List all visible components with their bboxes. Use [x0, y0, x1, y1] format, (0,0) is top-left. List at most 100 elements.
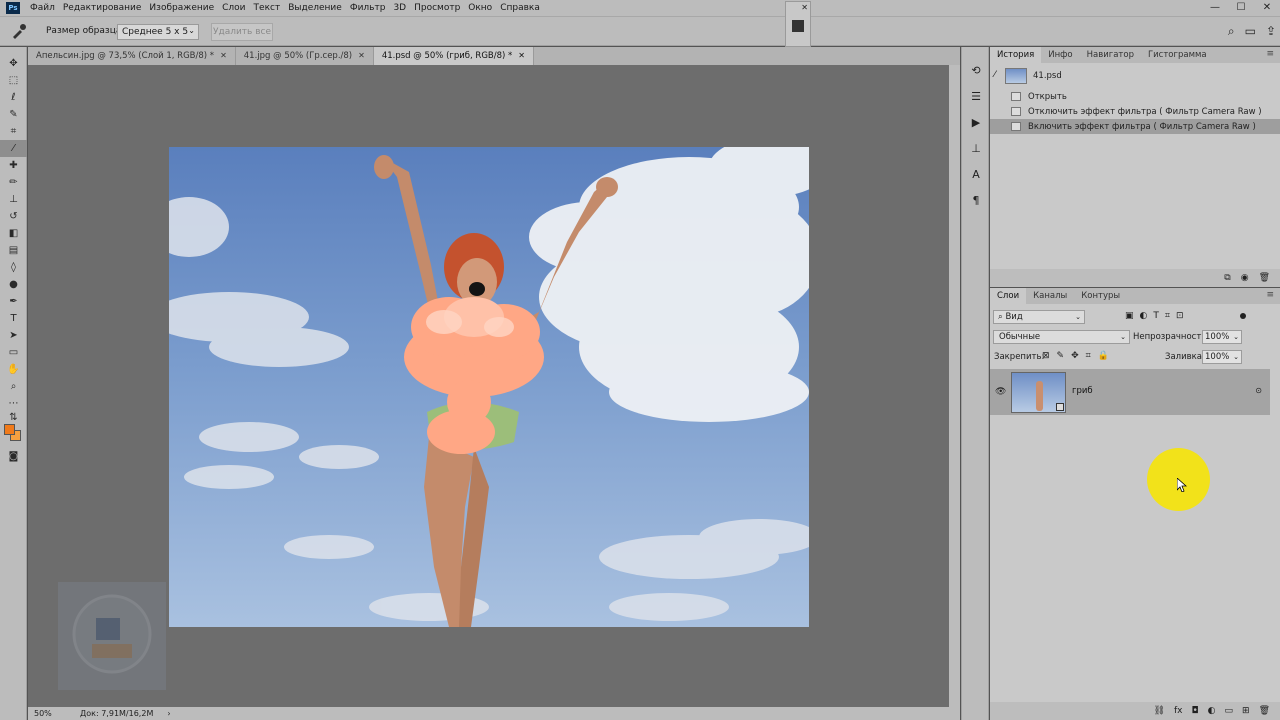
filter-toggle[interactable]	[1240, 313, 1246, 319]
clone-stamp-tool-icon[interactable]: ⊥	[0, 191, 27, 208]
menu-edit[interactable]: Редактирование	[59, 3, 146, 13]
menu-3d[interactable]: 3D	[389, 3, 410, 13]
tab-info[interactable]: Инфо	[1041, 47, 1079, 63]
menu-filter[interactable]: Фильтр	[346, 3, 390, 13]
pixel-filter-icon[interactable]: ▣	[1125, 311, 1134, 321]
gradient-tool-icon[interactable]: ▤	[0, 242, 27, 259]
history-step-active[interactable]: Включить эффект фильтра ( Фильтр Camera …	[990, 119, 1280, 134]
vertical-scrollbar[interactable]	[949, 65, 960, 707]
type-filter-icon[interactable]: T	[1153, 311, 1159, 321]
fx-icon[interactable]: fx	[1174, 706, 1183, 716]
hand-tool-icon[interactable]: ✋	[0, 361, 27, 378]
shape-filter-icon[interactable]: ⌗	[1165, 311, 1170, 321]
doc-tab[interactable]: 41.jpg @ 50% (Гр.сер./8) ✕	[236, 47, 374, 65]
sample-size-select[interactable]: Среднее 5 x 5 ⌄	[117, 24, 199, 40]
crop-tool-icon[interactable]: ⌗	[0, 123, 27, 140]
quick-mask-icon[interactable]: ◙	[0, 448, 27, 465]
lock-pixels-icon[interactable]: ✎	[1057, 351, 1065, 361]
eyedropper-tool-icon[interactable]: ⁄	[0, 140, 27, 157]
lock-transparency-icon[interactable]: ⊠	[1042, 351, 1050, 361]
tab-history[interactable]: История	[990, 47, 1042, 63]
toolbar-grip[interactable]	[0, 47, 27, 55]
maximize-button[interactable]: ☐	[1228, 0, 1254, 16]
share-icon[interactable]: ⇪	[1266, 24, 1276, 39]
menu-layers[interactable]: Слои	[218, 3, 249, 13]
layer-name[interactable]: гриб	[1072, 386, 1093, 396]
adjustment-filter-icon[interactable]: ◐	[1140, 311, 1148, 321]
close-icon[interactable]: ✕	[801, 3, 808, 12]
history-brush-tool-icon[interactable]: ↺	[0, 208, 27, 225]
tab-paths[interactable]: Контуры	[1074, 288, 1127, 304]
adjustments-icon[interactable]: ☰	[962, 83, 990, 109]
lock-artboard-icon[interactable]: ⌗	[1086, 351, 1091, 361]
menu-select[interactable]: Выделение	[284, 3, 346, 13]
lock-all-icon[interactable]: 🔒	[1098, 351, 1109, 361]
layer-thumbnail[interactable]	[1011, 372, 1066, 413]
chevron-down-icon[interactable]: ⌄	[1233, 331, 1239, 343]
color-swatches[interactable]	[0, 422, 27, 448]
lasso-tool-icon[interactable]: ℓ	[0, 89, 27, 106]
history-step[interactable]: Открыть	[990, 89, 1280, 104]
chevron-right-icon[interactable]: ›	[167, 709, 170, 718]
menu-text[interactable]: Текст	[250, 3, 285, 13]
menu-view[interactable]: Просмотр	[410, 3, 464, 13]
new-group-icon[interactable]: ▭	[1225, 706, 1234, 716]
marquee-tool-icon[interactable]: ⬚	[0, 72, 27, 89]
more-tools-icon[interactable]: ⋯	[0, 395, 27, 412]
trash-icon[interactable]: 🗑	[1259, 273, 1270, 283]
document-image[interactable]	[169, 147, 809, 627]
menu-help[interactable]: Справка	[496, 3, 544, 13]
panel-icon[interactable]	[792, 20, 804, 32]
move-tool-icon[interactable]: ✥	[0, 55, 27, 72]
actions-play-icon[interactable]: ▶	[962, 109, 990, 135]
layer-kind-filter[interactable]: ⌕ Вид ⌄	[993, 310, 1085, 324]
floating-mini-panel[interactable]: ✕	[785, 1, 811, 47]
history-brush-source-icon[interactable]: ⁄	[994, 70, 996, 80]
dodge-tool-icon[interactable]: ●	[0, 276, 27, 293]
fill-input[interactable]: 100% ⌄	[1202, 350, 1242, 364]
close-icon[interactable]: ✕	[518, 51, 525, 60]
path-select-tool-icon[interactable]: ➤	[0, 327, 27, 344]
menu-file[interactable]: Файл	[26, 3, 59, 13]
foreground-color[interactable]	[4, 424, 15, 435]
chevron-down-icon[interactable]: ⌄	[1233, 351, 1239, 363]
quick-select-tool-icon[interactable]: ✎	[0, 106, 27, 123]
history-panel-icon[interactable]: ⟲	[962, 57, 990, 83]
history-snapshot[interactable]: ⁄ 41.psd	[990, 63, 1280, 89]
trash-icon[interactable]: 🗑	[1259, 706, 1270, 716]
layer-row[interactable]: 👁 гриб ⊙	[990, 369, 1270, 415]
smart-object-filter-icon[interactable]: ⊡	[1176, 311, 1184, 321]
zoom-level[interactable]: 50%	[28, 709, 58, 718]
new-layer-icon[interactable]: ⊞	[1242, 706, 1250, 716]
tab-channels[interactable]: Каналы	[1026, 288, 1074, 304]
rectangle-tool-icon[interactable]: ▭	[0, 344, 27, 361]
panel-menu-icon[interactable]: ≡	[1266, 49, 1274, 59]
zoom-tool-icon[interactable]: ⌕	[0, 378, 27, 395]
new-document-from-state-icon[interactable]: ⧉	[1224, 273, 1230, 283]
panel-menu-icon[interactable]: ≡	[1266, 290, 1274, 300]
close-icon[interactable]: ✕	[358, 51, 365, 60]
strip-grip[interactable]	[962, 47, 990, 57]
blend-mode-select[interactable]: Обычные ⌄	[993, 330, 1130, 344]
clear-all-button[interactable]: Удалить все	[211, 23, 273, 41]
menu-image[interactable]: Изображение	[145, 3, 218, 13]
minimize-button[interactable]: —	[1202, 0, 1228, 16]
tab-layers[interactable]: Слои	[990, 288, 1027, 304]
close-icon[interactable]: ✕	[220, 51, 227, 60]
type-tool-icon[interactable]: T	[0, 310, 27, 327]
swap-colors-icon[interactable]: ⇅	[0, 412, 27, 423]
pen-tool-icon[interactable]: ✒	[0, 293, 27, 310]
eraser-tool-icon[interactable]: ◧	[0, 225, 27, 242]
tab-navigator[interactable]: Навигатор	[1080, 47, 1141, 63]
link-layers-icon[interactable]: ⛓	[1154, 706, 1165, 716]
eyedropper-icon[interactable]	[10, 23, 30, 41]
search-icon[interactable]: ⌕	[1228, 24, 1235, 39]
blur-tool-icon[interactable]: ◊	[0, 259, 27, 276]
lock-position-icon[interactable]: ✥	[1071, 351, 1079, 361]
character-icon[interactable]: A	[962, 161, 990, 187]
doc-tab-active[interactable]: 41.psd @ 50% (гриб, RGB/8) * ✕	[373, 47, 534, 65]
opacity-input[interactable]: 100% ⌄	[1202, 330, 1242, 344]
camera-icon[interactable]: ◉	[1241, 273, 1249, 283]
adjustment-layer-icon[interactable]: ◐	[1208, 706, 1216, 716]
doc-tab[interactable]: Апельсин.jpg @ 73,5% (Слой 1, RGB/8) * ✕	[28, 47, 236, 65]
